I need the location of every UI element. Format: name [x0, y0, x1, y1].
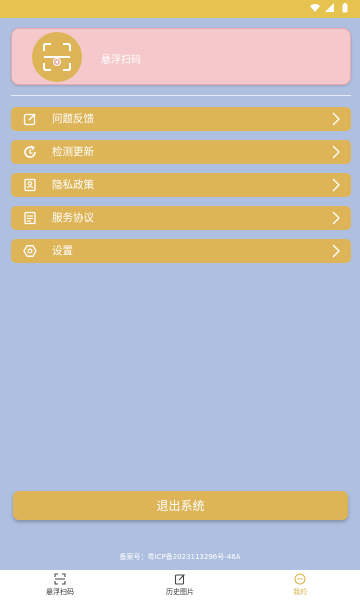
menu-list: 问题反馈 检测更新 隐私政策 服务协议 设置 [11, 107, 351, 272]
menu-item-check-update[interactable]: 检测更新 [11, 140, 351, 164]
header-title: 悬浮扫码 [101, 55, 141, 66]
menu-item-feedback[interactable]: 问题反馈 [11, 107, 351, 131]
chevron-right-icon [332, 145, 340, 159]
wifi-icon [310, 4, 320, 12]
menu-item-label: 服务协议 [52, 212, 94, 224]
status-bar [0, 0, 360, 18]
agreement-icon [24, 211, 36, 225]
nav-item-profile[interactable]: 我的 [240, 570, 360, 600]
nav-item-label: 悬浮扫码 [46, 588, 74, 596]
settings-icon [23, 245, 37, 257]
chevron-right-icon [332, 244, 340, 258]
battery-icon [342, 3, 348, 13]
privacy-icon [24, 178, 36, 192]
signal-icon [325, 3, 334, 12]
bottom-nav: 悬浮扫码 历史图片 我的 [0, 570, 360, 600]
avatar[interactable] [32, 32, 82, 82]
nav-item-label: 历史图片 [166, 588, 194, 596]
divider [11, 95, 351, 96]
menu-item-label: 设置 [52, 245, 73, 257]
logout-button[interactable]: 退出系统 [13, 491, 348, 520]
edit-icon [23, 113, 36, 126]
scan-frame-icon [43, 43, 71, 71]
menu-item-agreement[interactable]: 服务协议 [11, 206, 351, 230]
chevron-right-icon [332, 211, 340, 225]
nav-item-label: 我的 [293, 588, 307, 596]
header-card: 悬浮扫码 [11, 28, 351, 85]
scan-icon [54, 573, 66, 585]
menu-item-label: 检测更新 [52, 146, 94, 158]
menu-item-label: 隐私政策 [52, 179, 94, 191]
update-icon [24, 145, 36, 158]
nav-item-scan[interactable]: 悬浮扫码 [0, 570, 120, 600]
menu-item-privacy[interactable]: 隐私政策 [11, 173, 351, 197]
nav-item-history[interactable]: 历史图片 [120, 570, 240, 600]
history-image-icon [174, 574, 185, 585]
icp-record: 备案号：粤ICP备2023113296号-46A [119, 553, 241, 561]
chevron-right-icon [332, 178, 340, 192]
chevron-right-icon [332, 112, 340, 126]
menu-item-settings[interactable]: 设置 [11, 239, 351, 263]
profile-icon [294, 573, 306, 585]
menu-item-label: 问题反馈 [52, 113, 94, 125]
